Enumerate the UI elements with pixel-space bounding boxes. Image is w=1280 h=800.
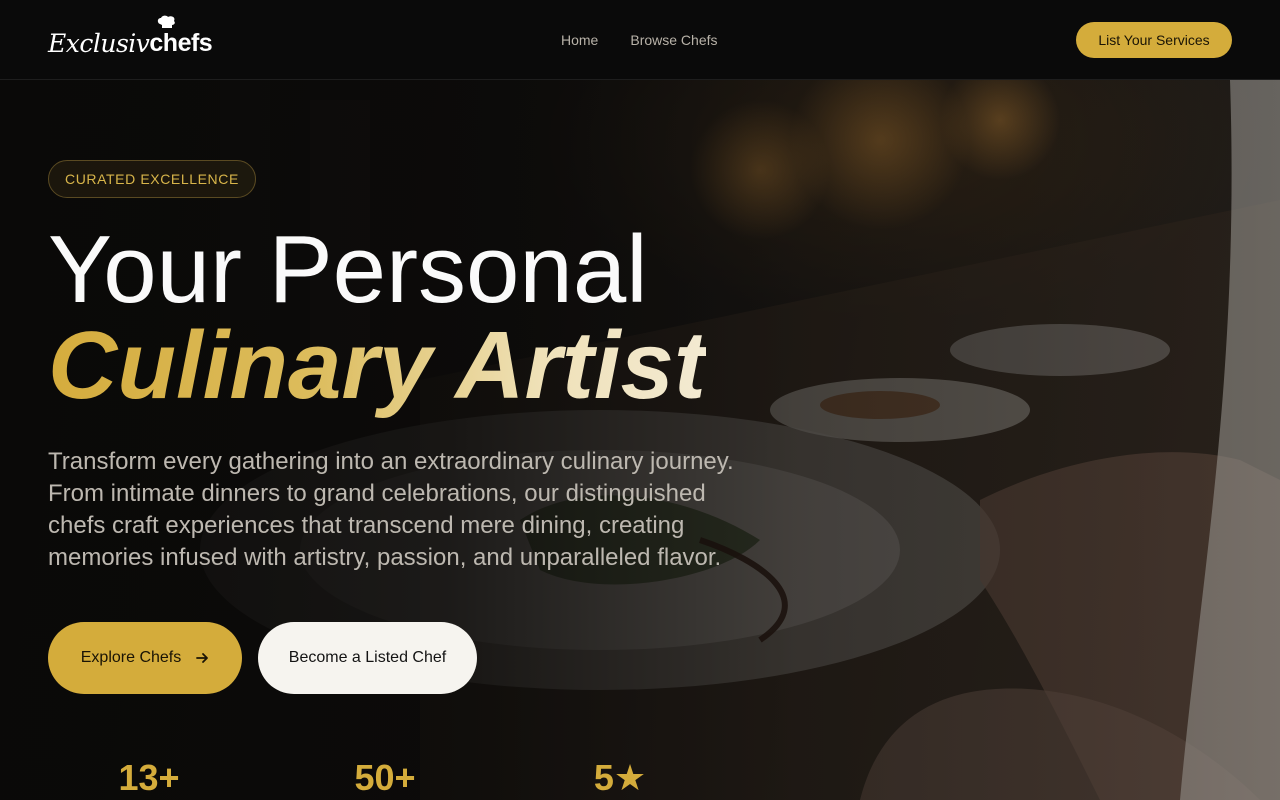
- site-logo[interactable]: Exclusiv chefs: [48, 15, 213, 58]
- nav-link-browse-chefs[interactable]: Browse Chefs: [630, 30, 717, 50]
- list-your-services-button[interactable]: List Your Services: [1076, 22, 1232, 58]
- stats-row: 13+ 50+ 5★: [48, 758, 720, 798]
- top-navigation-bar: Exclusiv chefs Home Browse Chefs List Yo…: [0, 0, 1280, 80]
- stat-value: 13+: [118, 757, 180, 798]
- hero-title-line-1: Your Personal: [48, 216, 648, 323]
- chef-hat-icon: [158, 15, 176, 28]
- explore-chefs-label: Explore Chefs: [80, 649, 182, 666]
- logo-script-text: Exclusiv: [48, 29, 150, 58]
- explore-chefs-button[interactable]: Explore Chefs: [48, 622, 242, 694]
- hero-description: Transform every gathering into an extrao…: [48, 448, 734, 571]
- stat-value: 50+: [354, 757, 416, 798]
- stat-value: 5★: [593, 757, 647, 798]
- logo-bold-text: chefs: [149, 15, 213, 58]
- hero-actions: Explore Chefs Become a Listed Chef: [48, 622, 477, 694]
- arrow-right-icon: [196, 653, 209, 663]
- hero-title-line-2: Culinary Artist: [48, 312, 706, 419]
- curated-excellence-badge: CURATED EXCELLENCE: [48, 160, 256, 198]
- hero-section: CURATED EXCELLENCE Your Personal Culinar…: [48, 160, 734, 694]
- nav-link-home[interactable]: Home: [561, 30, 598, 50]
- logo-bold-label: chefs: [149, 29, 213, 57]
- main-nav: Home Browse Chefs: [561, 30, 718, 50]
- become-listed-chef-button[interactable]: Become a Listed Chef: [258, 622, 477, 694]
